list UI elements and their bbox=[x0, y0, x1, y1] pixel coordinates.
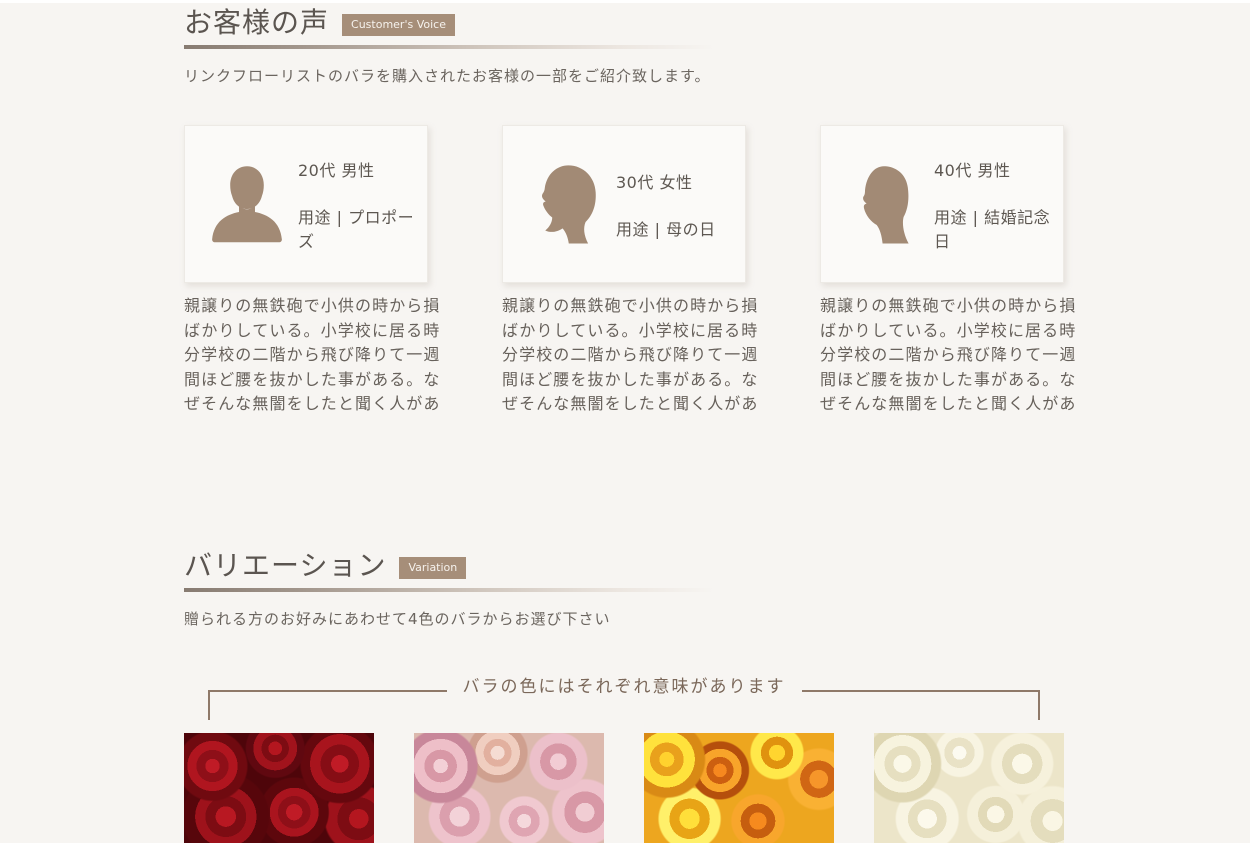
rose-photo-row bbox=[184, 732, 1064, 843]
bracket-left-arm bbox=[208, 689, 447, 720]
voice-description: リンクフローリストのバラを購入されたお客様の一部をご紹介致します。 bbox=[184, 67, 711, 85]
testimonial-text: 親譲りの無鉄砲で小供の時から損ばかりしている。小学校に居る時分学校の二階から飛び… bbox=[184, 296, 441, 413]
card-info: 30代 女性 用途 | 母の日 bbox=[616, 169, 716, 240]
voice-section-badge: Customer's Voice bbox=[342, 14, 455, 36]
card-profile-label: 30代 女性 bbox=[616, 172, 693, 192]
voice-section-title: お客様の声 bbox=[184, 6, 330, 39]
testimonial-card: 30代 女性 用途 | 母の日 bbox=[502, 125, 746, 283]
rose-meaning-bracket: バラの色にはそれぞれ意味があります bbox=[208, 677, 1040, 720]
orange-yellow-roses-photo bbox=[644, 732, 834, 843]
testimonial-column: 30代 女性 用途 | 母の日 親譲りの無鉄砲で小供の時から損ばかりしている。小… bbox=[502, 125, 774, 417]
card-profile-label: 20代 男性 bbox=[298, 160, 375, 180]
variation-section-title: バリエーション bbox=[184, 548, 387, 582]
card-purpose-label: 用途 | 結婚記念日 bbox=[934, 207, 1051, 251]
testimonial-text: 親譲りの無鉄砲で小供の時から損ばかりしている。小学校に居る時分学校の二階から飛び… bbox=[502, 296, 759, 413]
card-purpose-label: 用途 | プロポーズ bbox=[298, 207, 415, 251]
red-roses-photo bbox=[184, 732, 374, 843]
variation-section-badge: Variation bbox=[399, 556, 467, 579]
voice-underline bbox=[184, 45, 714, 49]
variation-section-header: バリエーション Variation bbox=[184, 548, 1064, 582]
bracket-right-arm bbox=[801, 689, 1040, 720]
male-front-silhouette-icon bbox=[205, 162, 289, 246]
card-purpose-label: 用途 | 母の日 bbox=[616, 219, 716, 239]
card-info: 40代 男性 用途 | 結婚記念日 bbox=[934, 157, 1063, 252]
female-profile-silhouette-icon bbox=[523, 162, 607, 246]
pink-roses-photo bbox=[414, 732, 604, 843]
testimonial-card: 40代 男性 用途 | 結婚記念日 bbox=[820, 125, 1064, 283]
section-variation: バリエーション Variation 贈られる方のお好みにあわせて4色のバラからお… bbox=[184, 548, 1064, 843]
testimonial-column: 20代 男性 用途 | プロポーズ 親譲りの無鉄砲で小供の時から損ばかりしている… bbox=[184, 125, 456, 417]
testimonial-column: 40代 男性 用途 | 結婚記念日 親譲りの無鉄砲で小供の時から損ばかりしている… bbox=[820, 125, 1092, 417]
testimonial-text: 親譲りの無鉄砲で小供の時から損ばかりしている。小学校に居る時分学校の二階から飛び… bbox=[820, 296, 1077, 413]
voice-section-header: お客様の声 Customer's Voice bbox=[184, 7, 1064, 39]
white-roses-photo bbox=[874, 732, 1064, 843]
male-profile-silhouette-icon bbox=[841, 162, 925, 246]
bracket-label: バラの色にはそれぞれ意味があります bbox=[462, 676, 786, 697]
testimonial-card: 20代 男性 用途 | プロポーズ bbox=[184, 125, 428, 283]
variation-description: 贈られる方のお好みにあわせて4色のバラからお選び下さい bbox=[184, 609, 611, 628]
card-info: 20代 男性 用途 | プロポーズ bbox=[298, 157, 427, 252]
page-content: お客様の声 Customer's Voice リンクフローリストのバラを購入され… bbox=[184, 0, 1075, 843]
testimonial-columns: 20代 男性 用途 | プロポーズ 親譲りの無鉄砲で小供の時から損ばかりしている… bbox=[184, 125, 1075, 417]
variation-underline bbox=[184, 587, 714, 592]
card-profile-label: 40代 男性 bbox=[934, 160, 1011, 180]
section-customer-voice: お客様の声 Customer's Voice リンクフローリストのバラを購入され… bbox=[184, 7, 1075, 417]
